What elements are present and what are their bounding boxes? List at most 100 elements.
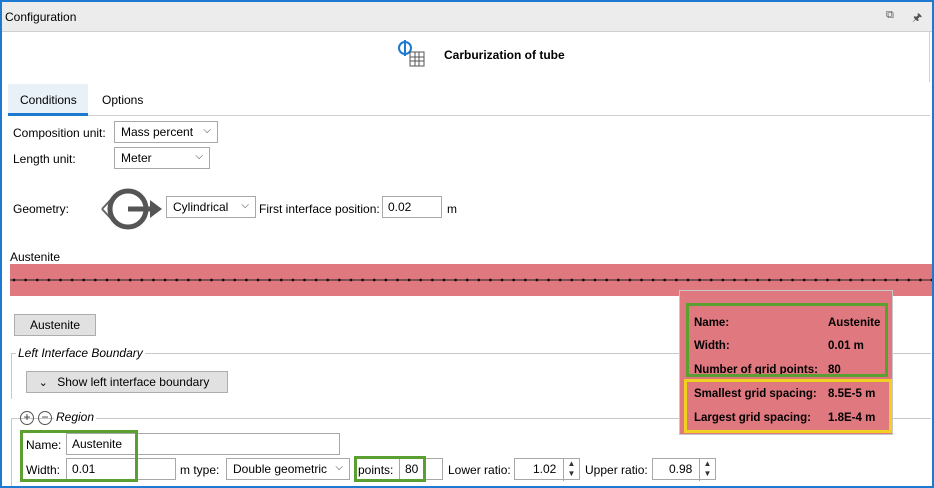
points-input[interactable]: 80 [399,458,443,480]
grid-point [570,278,574,282]
grid-point [860,278,864,282]
add-circle-icon[interactable]: + [20,411,34,425]
grid-point [884,278,887,282]
width-input[interactable]: 0.01 [66,458,176,480]
chevron-down-icon: ⌄ [38,377,48,389]
grid-point [268,278,272,282]
tab-bar: Conditions Options [8,84,930,116]
grid-point [489,278,492,282]
grid-point [384,278,388,282]
spinner-icon[interactable]: ▲ ▼ [699,459,715,481]
grid-point [198,278,202,282]
grid-point [523,278,527,282]
grid-point [35,278,39,282]
austenite-region-button[interactable]: Austenite [14,314,96,336]
grid-point [337,278,341,282]
grid-point [59,278,62,282]
geometry-select[interactable]: Cylindrical ⌵ [166,196,256,218]
grid-point [163,278,167,282]
composition-unit-select[interactable]: Mass percent ⌵ [114,121,218,143]
diffusion-calculator-icon [398,40,425,67]
grid-type-select[interactable]: Double geometric ⌵ [226,458,350,480]
grid-point [82,278,86,282]
spinner-icon[interactable]: ▲ ▼ [563,459,579,481]
grid-point [372,278,376,282]
grid-point [442,278,446,282]
grid-point [663,278,667,282]
grid-point [872,278,876,282]
show-left-boundary-label: Show left interface boundary [57,375,210,389]
cylindrical-geometry-icon [101,188,162,230]
grid-point [152,278,155,282]
grid-point [640,278,643,282]
grid-point [140,278,144,282]
grid-point [326,278,330,282]
grid-type-label: m type: [180,463,220,477]
grid-point [291,278,295,282]
grid-point [24,278,28,282]
length-unit-select[interactable]: Meter ⌵ [114,147,210,169]
grid-point [756,278,760,282]
grid-point [558,278,562,282]
first-interface-label: First interface position: [259,202,380,216]
grid-point [837,278,841,282]
upper-ratio-input[interactable]: 0.98 ▲ ▼ [652,458,716,481]
points-label: points: [358,463,394,477]
grid-point [117,278,120,282]
grid-point [547,278,550,282]
grid-point [314,278,318,282]
grid-point [430,278,434,282]
left-boundary-title: Left Interface Boundary [16,346,145,360]
width-label: Width: [26,463,61,477]
chevron-down-icon: ⌵ [241,200,249,211]
show-left-boundary-button[interactable]: ⌄ Show left interface boundary [26,371,228,393]
grid-point [605,278,609,282]
tooltip-smallest-value: 8.5E-5 m [828,388,876,400]
tab-options[interactable]: Options [90,84,155,116]
pin-icon[interactable]: 🖈 [912,9,922,28]
grid-point [686,278,690,282]
tab-conditions[interactable]: Conditions [8,84,88,116]
chevron-down-icon: ⌵ [195,151,203,162]
lower-ratio-input[interactable]: 1.02 ▲ ▼ [514,458,580,481]
grid-point [721,278,725,282]
grid-point [407,278,411,282]
remove-circle-icon[interactable]: − [38,411,52,425]
grid-point [930,278,932,282]
grid-point [709,278,713,282]
grid-point [47,278,51,282]
name-label: Name: [26,438,62,452]
grid-point [221,278,225,282]
grid-point [349,278,353,282]
grid-point [210,278,213,282]
grid-point [733,278,736,282]
grid-point [826,278,829,282]
grid-point [744,278,748,282]
name-input[interactable]: Austenite [66,433,340,455]
lower-ratio-label: Lower ratio: [448,463,511,477]
grid-point [465,278,469,282]
tooltip-name-value: Austenite [828,317,881,329]
grid-point [477,278,481,282]
tooltip-name-label: Name: [694,317,730,329]
grid-point [779,278,783,282]
grid-point [907,278,911,282]
first-interface-input[interactable]: 0.02 [382,196,442,218]
grid-point [698,278,701,282]
lower-ratio-value: 1.02 [533,462,557,476]
grid-point [895,278,899,282]
first-interface-unit: m [447,202,457,216]
grid-point [918,278,922,282]
tooltip-smallest-label: Smallest grid spacing: [694,388,817,400]
title-bar: Configuration ⧉ 🖈 [2,2,932,32]
restore-icon[interactable]: ⧉ [886,9,894,22]
grid-point [802,278,806,282]
region-tooltip: Name: Austenite Width: 0.01 m Number of … [679,290,893,435]
geometry-value: Cylindrical [173,200,229,214]
grid-point [500,278,504,282]
chevron-down-icon: ⌵ [203,125,211,136]
composition-unit-value: Mass percent [121,125,194,139]
grid-point [454,278,457,282]
grid-point [70,278,74,282]
grid-point [791,278,794,282]
